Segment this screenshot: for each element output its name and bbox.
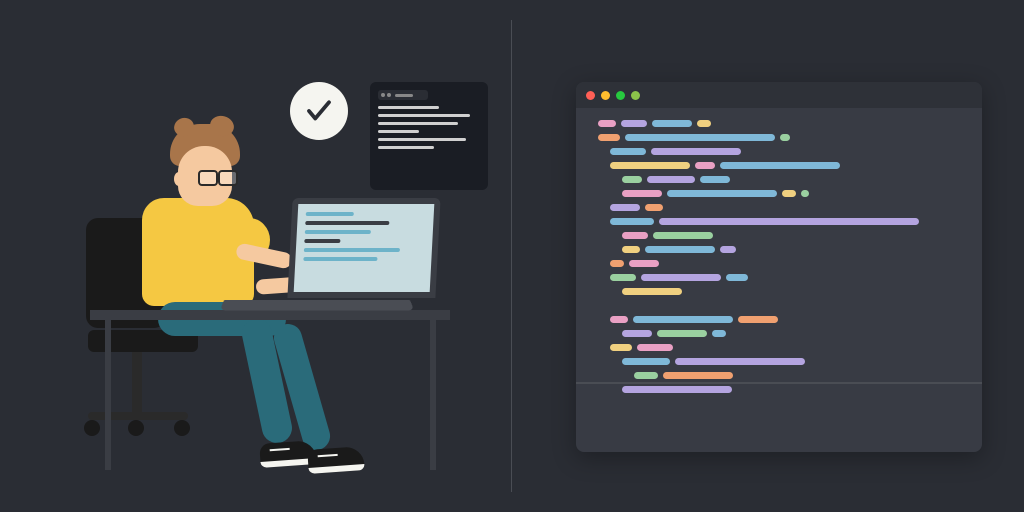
chair-pole	[132, 352, 142, 418]
code-line	[598, 162, 982, 169]
code-area	[576, 108, 982, 393]
desk-leg	[105, 320, 111, 470]
laptop-base	[220, 300, 414, 311]
code-line	[598, 148, 982, 155]
code-line	[598, 288, 982, 295]
person-ear	[174, 172, 184, 186]
clock-badge	[290, 82, 348, 140]
chair-wheel	[174, 420, 190, 436]
code-line	[598, 386, 982, 393]
code-line	[598, 204, 982, 211]
code-line	[598, 232, 982, 239]
traffic-light-icon	[631, 91, 640, 100]
titlebar	[576, 82, 982, 108]
code-line	[598, 260, 982, 267]
desk-top	[90, 310, 450, 320]
code-line	[598, 176, 982, 183]
code-line	[598, 134, 982, 141]
laptop-screen	[287, 198, 440, 298]
traffic-light-icon	[601, 91, 610, 100]
code-line	[598, 218, 982, 225]
shoe	[307, 446, 365, 474]
card-lines	[378, 106, 480, 149]
code-line	[598, 316, 982, 323]
desk-leg	[430, 320, 436, 470]
checkmark-icon	[304, 96, 334, 126]
note-card	[370, 82, 488, 190]
chair-wheel	[84, 420, 100, 436]
code-line	[598, 358, 982, 365]
code-line	[598, 274, 982, 281]
code-line	[598, 246, 982, 253]
card-tab	[378, 90, 428, 100]
code-line	[598, 120, 982, 127]
code-line	[598, 330, 982, 337]
code-panel	[512, 0, 1024, 512]
traffic-light-icon	[616, 91, 625, 100]
code-line	[598, 302, 982, 309]
glasses-icon	[198, 170, 238, 182]
code-editor-window	[576, 82, 982, 452]
illustration-panel	[0, 0, 512, 512]
code-line	[598, 344, 982, 351]
code-line	[598, 372, 982, 379]
code-line	[598, 190, 982, 197]
chair-base	[88, 412, 188, 420]
traffic-light-icon	[586, 91, 595, 100]
chair-wheel	[128, 420, 144, 436]
